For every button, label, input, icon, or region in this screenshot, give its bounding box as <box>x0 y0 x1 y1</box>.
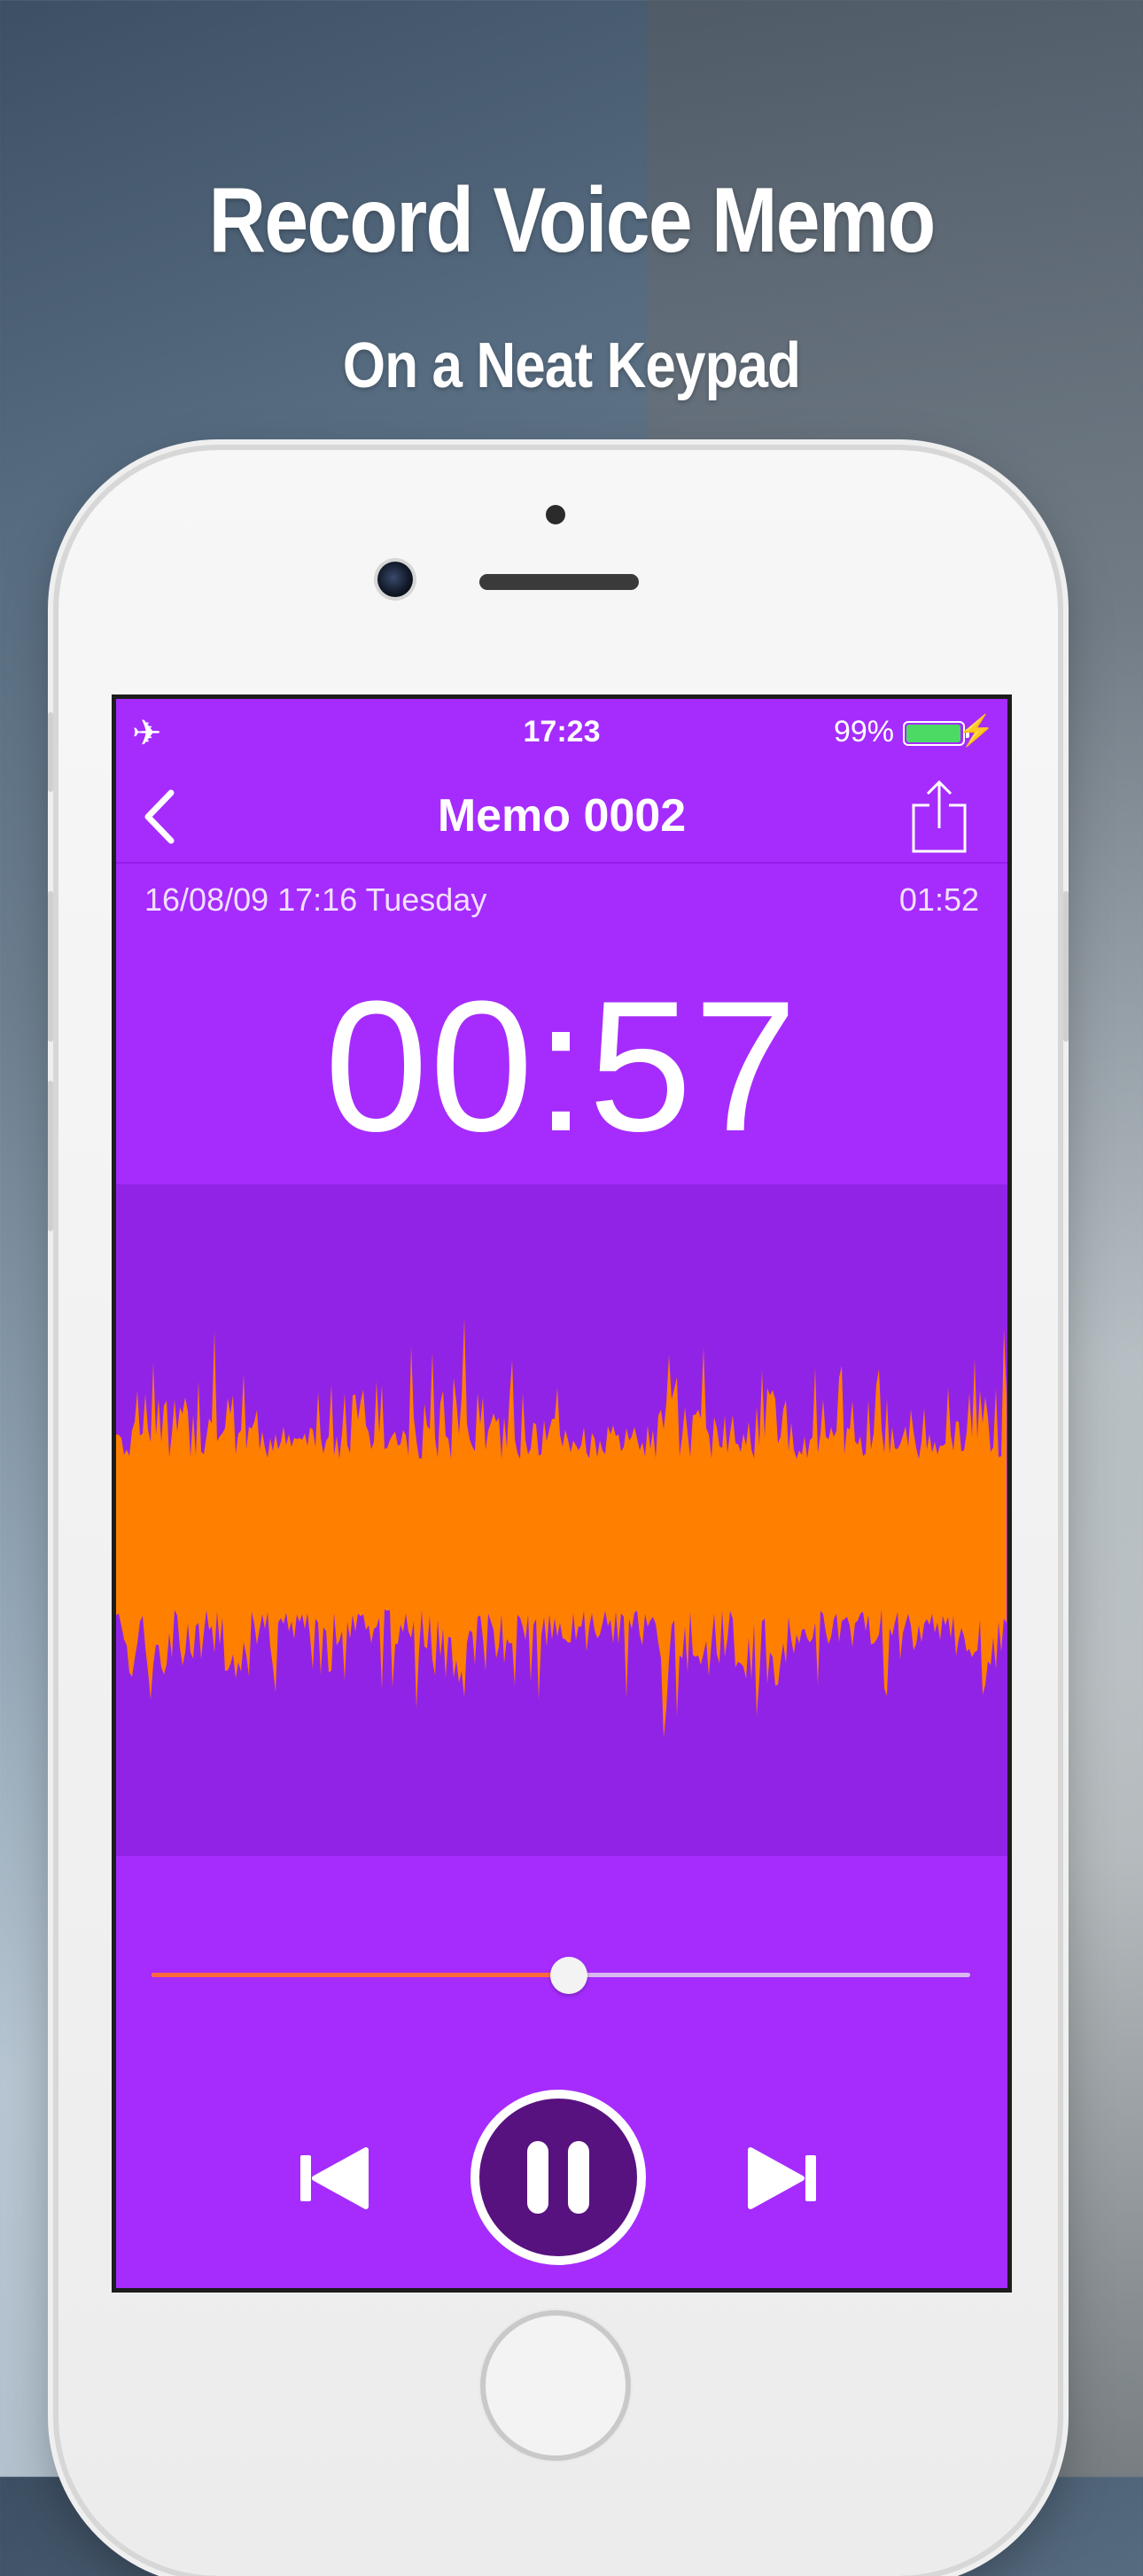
waveform-panel[interactable] <box>116 1184 1007 1856</box>
pause-icon <box>527 2141 548 2214</box>
battery-percent: 99% <box>833 715 894 749</box>
app-screen: ✈ 17:23 99% ⚡ Memo 0002 16/08/09 17:16 T… <box>112 694 1012 2293</box>
proximity-sensor <box>546 505 565 524</box>
memo-date: 16/08/09 17:16 Tuesday <box>144 881 487 918</box>
front-camera <box>377 562 413 597</box>
nav-bar: Memo 0002 <box>116 770 1007 864</box>
memo-title: Memo 0002 <box>437 790 687 842</box>
memo-meta: 16/08/09 17:16 Tuesday 01:52 <box>116 876 1007 920</box>
battery-icon <box>903 721 969 746</box>
waveform <box>116 1317 1007 1739</box>
power-button <box>1063 891 1069 1042</box>
mute-switch <box>48 712 53 792</box>
phone-frame: ✈ 17:23 99% ⚡ Memo 0002 16/08/09 17:16 T… <box>48 450 1069 2576</box>
share-icon[interactable] <box>908 779 970 855</box>
earpiece-speaker <box>479 574 639 590</box>
battery-level <box>906 725 961 742</box>
bolt-icon: ⚡ <box>957 714 995 748</box>
home-button[interactable] <box>480 2310 631 2461</box>
volume-up-button <box>48 891 53 1042</box>
promo-subline: On a Neat Keypad <box>342 330 801 401</box>
elapsed-timer: 00:57 <box>324 962 799 1170</box>
pause-button[interactable] <box>470 2090 646 2265</box>
memo-duration: 01:52 <box>898 881 979 918</box>
volume-down-button <box>48 1081 53 1231</box>
playback-slider[interactable] <box>152 1957 970 1994</box>
skip-forward-icon[interactable] <box>745 2141 820 2215</box>
skip-back-icon[interactable] <box>297 2141 371 2215</box>
promo-headline: Record Voice Memo <box>208 169 936 272</box>
slider-thumb[interactable] <box>550 1957 588 1994</box>
status-bar: ✈ 17:23 99% ⚡ <box>116 699 1007 770</box>
slider-progress <box>152 1973 570 1977</box>
waveform-shape <box>116 1317 1007 1739</box>
